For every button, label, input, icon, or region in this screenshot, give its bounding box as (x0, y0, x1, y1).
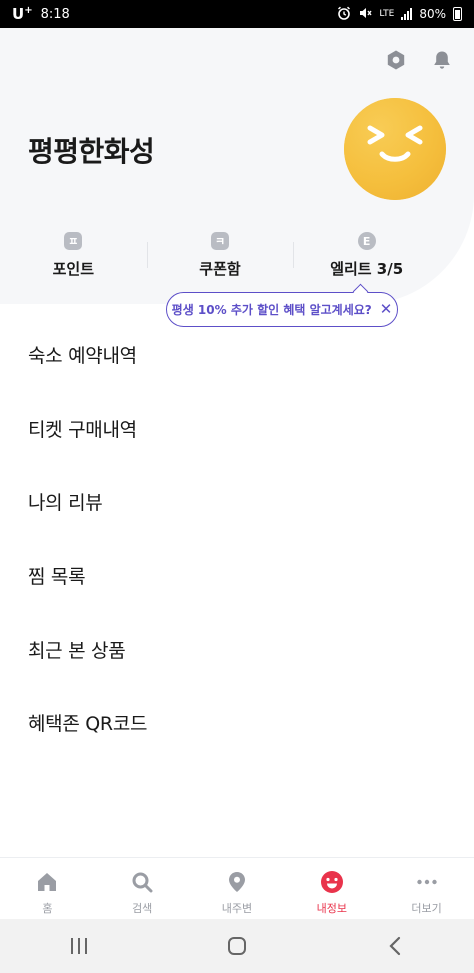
profile-name: 평평한화성 (28, 135, 155, 168)
home-button-icon[interactable] (207, 926, 267, 966)
home-icon (35, 870, 59, 894)
nav-home[interactable]: 홈 (0, 858, 95, 919)
menu-item-ticket-purchases[interactable]: 티켓 구매내역 (0, 392, 474, 466)
close-icon[interactable]: ✕ (380, 302, 393, 317)
status-right: LTE 80% (337, 6, 462, 23)
menu-item-benefit-qr[interactable]: 혜택존 QR코드 (0, 686, 474, 760)
stat-coupons[interactable]: ㅋ 쿠폰함 (146, 232, 294, 280)
stat-elite[interactable]: E 엘리트 3/5 (293, 232, 440, 280)
battery-icon (453, 7, 462, 21)
stats-row: ㅍ 포인트 ㅋ 쿠폰함 E 엘리트 3/5 (0, 232, 440, 280)
menu-item-stay-reservations[interactable]: 숙소 예약내역 (0, 318, 474, 392)
nav-label: 검색 (132, 902, 153, 915)
nav-my-info[interactable]: 내정보 (284, 858, 379, 919)
smile-face-icon (320, 870, 344, 894)
network-label: LTE (379, 9, 395, 19)
nav-label: 더보기 (411, 902, 442, 915)
gear-icon[interactable] (384, 48, 408, 72)
location-pin-icon (225, 870, 249, 894)
nav-label: 홈 (42, 902, 53, 915)
stat-label: 포인트 (52, 260, 95, 278)
signal-icon (401, 8, 413, 20)
menu-item-wishlist[interactable]: 찜 목록 (0, 539, 474, 613)
status-left: U+ 8:18 (12, 5, 70, 23)
more-dots-icon (415, 870, 439, 894)
back-icon[interactable] (365, 926, 425, 966)
coupon-icon: ㅋ (211, 232, 229, 250)
bell-icon[interactable] (430, 48, 454, 72)
stat-label: 쿠폰함 (199, 260, 241, 278)
nav-more[interactable]: 더보기 (379, 858, 474, 919)
points-icon: ㅍ (64, 232, 83, 250)
carrier-label: U+ (12, 5, 33, 23)
smile-face-icon (367, 125, 423, 162)
status-bar: U+ 8:18 LTE 80% (0, 0, 474, 28)
bottom-nav: 홈 검색 내주변 내정보 더보기 (0, 857, 474, 919)
mute-icon (358, 6, 372, 23)
menu-item-recently-viewed[interactable]: 최근 본 상품 (0, 612, 474, 686)
menu-item-my-reviews[interactable]: 나의 리뷰 (0, 465, 474, 539)
tooltip-text: 평생 10% 추가 할인 혜택 알고계세요? (171, 303, 372, 317)
system-nav (0, 919, 474, 973)
nav-label: 내주변 (221, 902, 253, 915)
nav-label: 내정보 (316, 902, 347, 915)
stat-points[interactable]: ㅍ 포인트 (0, 232, 147, 280)
nav-nearby[interactable]: 내주변 (190, 858, 285, 919)
menu-list: 숙소 예약내역 티켓 구매내역 나의 리뷰 찜 목록 최근 본 상품 혜택존 Q… (0, 318, 474, 760)
search-icon (130, 870, 154, 894)
alarm-icon (337, 6, 351, 23)
elite-icon: E (357, 232, 376, 250)
avatar[interactable] (344, 98, 446, 200)
recent-apps-icon[interactable] (49, 926, 109, 966)
status-time: 8:18 (40, 6, 70, 22)
nav-search[interactable]: 검색 (95, 858, 190, 919)
stat-label: 엘리트 3/5 (330, 260, 404, 278)
battery-label: 80% (419, 7, 446, 21)
